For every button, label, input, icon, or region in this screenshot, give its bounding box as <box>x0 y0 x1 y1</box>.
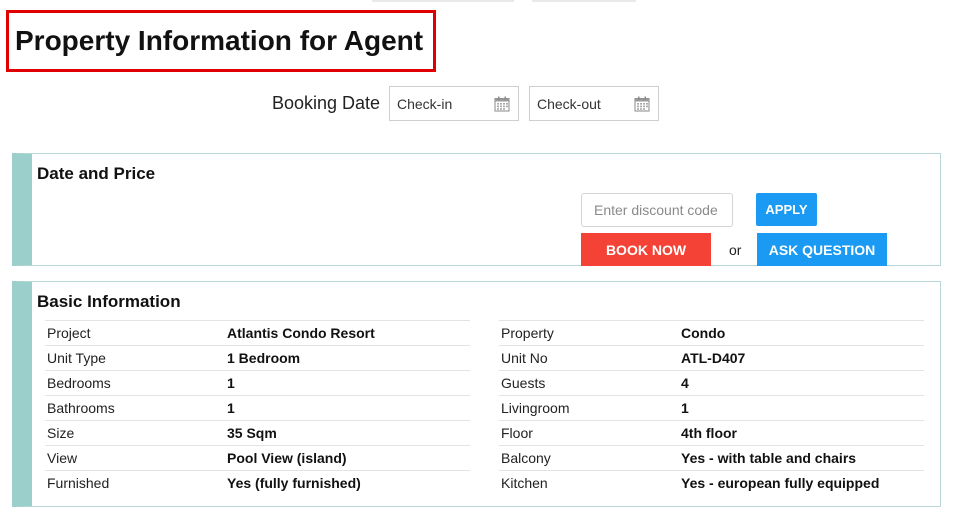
info-label: Floor <box>501 425 533 441</box>
info-label: Project <box>47 325 91 341</box>
info-label: Guests <box>501 375 546 391</box>
apply-button[interactable]: APPLY <box>756 193 817 226</box>
checkin-field-text: Check-in <box>397 96 453 112</box>
page-title: Property Information for Agent <box>15 25 424 56</box>
info-value: 1 <box>227 400 235 416</box>
calendar-icon[interactable] <box>494 96 510 112</box>
basic-information-title: Basic Information <box>37 292 181 311</box>
info-table-right: Property Condo Unit No ATL-D407 Guests 4 Li… <box>499 320 924 495</box>
info-row: Livingroom 1 <box>499 395 924 420</box>
info-value: 4th floor <box>681 425 737 441</box>
info-value: Condo <box>681 325 726 341</box>
info-row: Kitchen Yes - european fully equipped <box>499 470 924 495</box>
info-row: Guests 4 <box>499 370 924 395</box>
info-label: Size <box>47 425 75 441</box>
checkout-field-text: Check-out <box>537 96 601 112</box>
discount-code-input[interactable] <box>582 194 732 226</box>
info-value: 35 Sqm <box>227 425 277 441</box>
info-value: Yes - with table and chairs <box>681 450 857 466</box>
info-value: Yes (fully furnished) <box>227 475 361 491</box>
info-value: ATL-D407 <box>681 350 746 366</box>
discount-code-field[interactable] <box>581 193 733 227</box>
info-value: 1 Bedroom <box>227 350 301 366</box>
book-now-button[interactable]: BOOK NOW <box>581 233 711 266</box>
info-label: Furnished <box>47 475 110 491</box>
info-label: Kitchen <box>501 475 548 491</box>
info-label: Bathrooms <box>47 400 115 416</box>
info-row: View Pool View (island) <box>45 445 470 470</box>
basic-information-panel: Basic Information Project Atlantis Condo … <box>12 281 941 507</box>
info-label: Property <box>501 325 554 341</box>
info-label: Bedrooms <box>47 375 111 391</box>
info-row: Balcony Yes - with table and chairs <box>499 445 924 470</box>
info-value: Pool View (island) <box>227 450 347 466</box>
info-value: Atlantis Condo Resort <box>227 325 375 341</box>
info-row: Furnished Yes (fully furnished) <box>45 470 470 495</box>
ask-question-button[interactable]: ASK QUESTION <box>757 233 887 266</box>
info-value: Yes - european fully equipped <box>681 475 880 491</box>
booking-date-label: Booking Date <box>272 93 381 113</box>
or-separator: or <box>729 242 742 258</box>
top-tab-strip <box>0 0 956 4</box>
checkin-field[interactable]: Check-in <box>389 86 519 121</box>
info-label: Unit Type <box>47 350 106 366</box>
info-row: Floor 4th floor <box>499 420 924 445</box>
info-label: Unit No <box>501 350 548 366</box>
date-price-panel: Date and Price APPLY BOOK NOW or ASK QUE… <box>12 153 941 266</box>
info-row: Unit Type 1 Bedroom <box>45 345 470 370</box>
top-tab-left[interactable] <box>372 0 514 2</box>
info-row: Unit No ATL-D407 <box>499 345 924 370</box>
title-highlight-box: Property Information for Agent <box>6 10 436 72</box>
info-row: Bathrooms 1 <box>45 395 470 420</box>
info-label: Balcony <box>501 450 551 466</box>
top-tab-right[interactable] <box>532 0 636 2</box>
checkout-field[interactable]: Check-out <box>529 86 659 121</box>
info-row: Size 35 Sqm <box>45 420 470 445</box>
info-row: Property Condo <box>499 320 924 345</box>
date-price-title: Date and Price <box>37 164 156 183</box>
info-label: View <box>47 450 78 466</box>
info-table-left: Project Atlantis Condo Resort Unit Type 1 … <box>45 320 470 495</box>
info-label: Livingroom <box>501 400 570 416</box>
info-value: 1 <box>681 400 689 416</box>
info-row: Bedrooms 1 <box>45 370 470 395</box>
info-value: 4 <box>681 375 689 391</box>
info-value: 1 <box>227 375 235 391</box>
calendar-icon[interactable] <box>634 96 650 112</box>
info-row: Project Atlantis Condo Resort <box>45 320 470 345</box>
